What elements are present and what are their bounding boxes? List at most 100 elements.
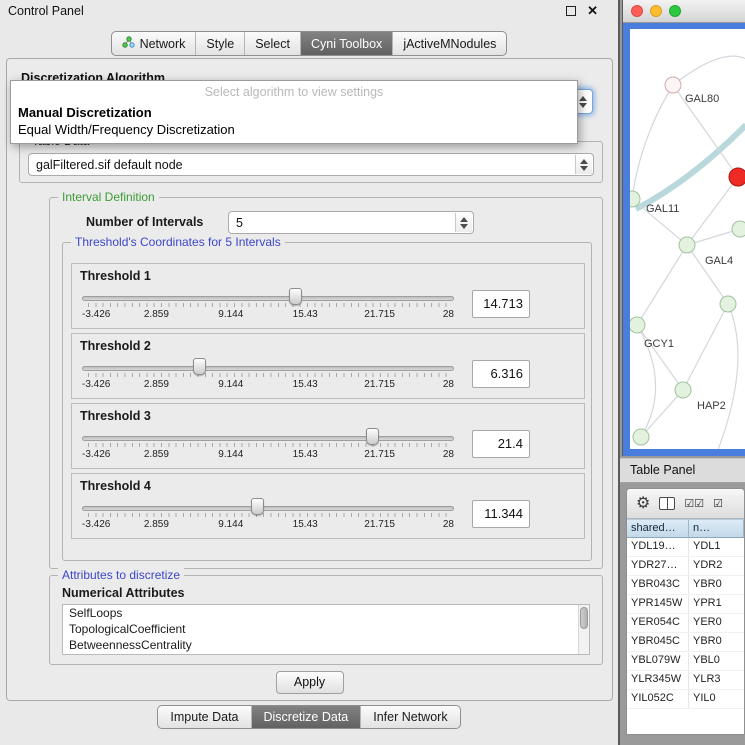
- cell-shared-name[interactable]: YBL079W: [627, 652, 689, 670]
- interval-definition-title: Interval Definition: [58, 190, 159, 204]
- threshold-1-slider[interactable]: -3.4262.8599.14415.4321.71528: [82, 285, 454, 327]
- slider-track[interactable]: [82, 436, 454, 441]
- close-panel-icon[interactable]: ✕: [587, 3, 598, 19]
- cell-shared-name[interactable]: YDR27…: [627, 557, 689, 575]
- cell-name[interactable]: YBL0: [689, 652, 744, 670]
- table-row[interactable]: YBR045CYBR0: [627, 633, 744, 652]
- numerical-attributes-list[interactable]: SelfLoopsTopologicalCoefficientBetweenne…: [62, 604, 590, 655]
- tab-style[interactable]: Style: [195, 32, 244, 55]
- float-window-icon[interactable]: [566, 6, 576, 16]
- slider-tick-label: -3.426: [82, 379, 110, 390]
- algorithm-dropdown-options: Manual DiscretizationEqual Width/Frequen…: [11, 104, 577, 138]
- table-row[interactable]: YBL079WYBL0: [627, 652, 744, 671]
- apply-button[interactable]: Apply: [276, 671, 344, 694]
- network-node[interactable]: [679, 237, 696, 254]
- close-window-icon[interactable]: [631, 5, 643, 17]
- cell-shared-name[interactable]: YLR345W: [627, 671, 689, 689]
- attributes-scrollbar[interactable]: [578, 605, 589, 654]
- right-side: GAL80GAL11GAL4GCY1HAP2 Table Panel ⚙ ☑☑ …: [620, 0, 745, 745]
- table-header-row: shared… n…: [627, 519, 744, 538]
- settings-gear-icon[interactable]: ⚙: [636, 496, 650, 512]
- slider-track[interactable]: [82, 506, 454, 511]
- select-rows-icon[interactable]: ☑☑: [684, 497, 704, 510]
- cell-name[interactable]: YDL1: [689, 538, 744, 556]
- network-node[interactable]: [729, 168, 745, 187]
- zoom-window-icon[interactable]: [669, 5, 681, 17]
- cell-shared-name[interactable]: YIL052C: [627, 690, 689, 708]
- threshold-4-slider[interactable]: -3.4262.8599.14415.4321.71528: [82, 495, 454, 537]
- slider-tick-label: 2.859: [144, 519, 169, 530]
- scrollbar-thumb[interactable]: [580, 607, 588, 629]
- dropdown-option-equal-width-frequency-discretization[interactable]: Equal Width/Frequency Discretization: [11, 121, 577, 138]
- control-panel: Control Panel ✕ NetworkStyleSelectCyni T…: [0, 0, 620, 745]
- table-row[interactable]: YDL19…YDL1: [627, 538, 744, 557]
- threshold-1-value[interactable]: 14.713: [472, 290, 530, 318]
- cell-shared-name[interactable]: YPR145W: [627, 595, 689, 613]
- slider-track[interactable]: [82, 296, 454, 301]
- table-row[interactable]: YIL052CYIL0: [627, 690, 744, 709]
- cell-shared-name[interactable]: YBR043C: [627, 576, 689, 594]
- table-row[interactable]: YBR043CYBR0: [627, 576, 744, 595]
- network-node[interactable]: [665, 77, 682, 94]
- thresholds-group: Threshold's Coordinates for 5 Intervals …: [62, 242, 592, 561]
- column-header-shared-name[interactable]: shared…: [627, 519, 689, 538]
- number-of-intervals-value: 5: [236, 216, 243, 230]
- table-row[interactable]: YLR345WYLR3: [627, 671, 744, 690]
- threshold-4-block: Threshold 4 -3.4262.8599.14415.4321.7152…: [71, 473, 585, 539]
- tab-impute-data[interactable]: Impute Data: [158, 706, 250, 728]
- column-chooser-icon[interactable]: [659, 497, 675, 510]
- tab-label: Style: [206, 37, 234, 51]
- table-row[interactable]: YER054CYER0: [627, 614, 744, 633]
- slider-tick-label: -3.426: [82, 449, 110, 460]
- tab-cyni-toolbox[interactable]: Cyni Toolbox: [300, 32, 392, 55]
- tab-infer-network[interactable]: Infer Network: [360, 706, 459, 728]
- tab-jactivemnodules[interactable]: jActiveMNodules: [392, 32, 506, 55]
- slider-thumb[interactable]: [289, 288, 302, 305]
- threshold-2-value[interactable]: 6.316: [472, 360, 530, 388]
- attribute-item-betweennesscentrality[interactable]: BetweennessCentrality: [63, 637, 589, 653]
- combobox-stepper-icon[interactable]: [455, 213, 472, 232]
- thresholds-group-title: Threshold's Coordinates for 5 Intervals: [71, 235, 285, 249]
- table-data-combobox[interactable]: galFiltered.sif default node: [28, 153, 594, 176]
- threshold-3-slider[interactable]: -3.4262.8599.14415.4321.71528: [82, 425, 454, 467]
- threshold-4-value[interactable]: 11.344: [472, 500, 530, 528]
- cell-name[interactable]: YBR0: [689, 633, 744, 651]
- network-node[interactable]: [675, 382, 692, 399]
- tab-network[interactable]: Network: [112, 32, 196, 55]
- table-row[interactable]: YDR27…YDR2: [627, 557, 744, 576]
- cell-name[interactable]: YIL0: [689, 690, 744, 708]
- column-header-name[interactable]: n…: [689, 519, 744, 538]
- network-canvas[interactable]: GAL80GAL11GAL4GCY1HAP2: [630, 29, 745, 449]
- threshold-2-slider[interactable]: -3.4262.8599.14415.4321.71528: [82, 355, 454, 397]
- slider-tick-label: 21.715: [364, 309, 395, 320]
- slider-thumb[interactable]: [193, 358, 206, 375]
- cell-name[interactable]: YER0: [689, 614, 744, 632]
- threshold-3-value[interactable]: 21.4: [472, 430, 530, 458]
- combobox-stepper-icon[interactable]: [575, 155, 592, 174]
- network-node[interactable]: [633, 429, 650, 446]
- number-of-intervals-combobox[interactable]: 5: [228, 211, 474, 234]
- tab-discretize-data[interactable]: Discretize Data: [251, 706, 361, 728]
- cell-shared-name[interactable]: YER054C: [627, 614, 689, 632]
- network-node[interactable]: [732, 221, 745, 238]
- network-node[interactable]: [720, 296, 737, 313]
- table-panel-window: ⚙ ☑☑ ☑ shared… n… YDL19…YDL1YDR27…YDR2YB…: [626, 488, 745, 735]
- cell-name[interactable]: YBR0: [689, 576, 744, 594]
- slider-track[interactable]: [82, 366, 454, 371]
- cell-shared-name[interactable]: YDL19…: [627, 538, 689, 556]
- minimize-window-icon[interactable]: [650, 5, 662, 17]
- cell-shared-name[interactable]: YBR045C: [627, 633, 689, 651]
- cell-name[interactable]: YDR2: [689, 557, 744, 575]
- slider-thumb[interactable]: [366, 428, 379, 445]
- cell-name[interactable]: YPR1: [689, 595, 744, 613]
- dropdown-option-manual-discretization[interactable]: Manual Discretization: [11, 104, 577, 121]
- cell-name[interactable]: YLR3: [689, 671, 744, 689]
- attribute-item-topologicalcoefficient[interactable]: TopologicalCoefficient: [63, 621, 589, 637]
- slider-thumb[interactable]: [251, 498, 264, 515]
- attribute-item-selfloops[interactable]: SelfLoops: [63, 605, 589, 621]
- arrow-down-icon: [579, 103, 587, 108]
- table-row[interactable]: YPR145WYPR1: [627, 595, 744, 614]
- select-column-icon[interactable]: ☑: [713, 497, 723, 510]
- slider-tick-label: 9.144: [218, 449, 243, 460]
- tab-select[interactable]: Select: [244, 32, 300, 55]
